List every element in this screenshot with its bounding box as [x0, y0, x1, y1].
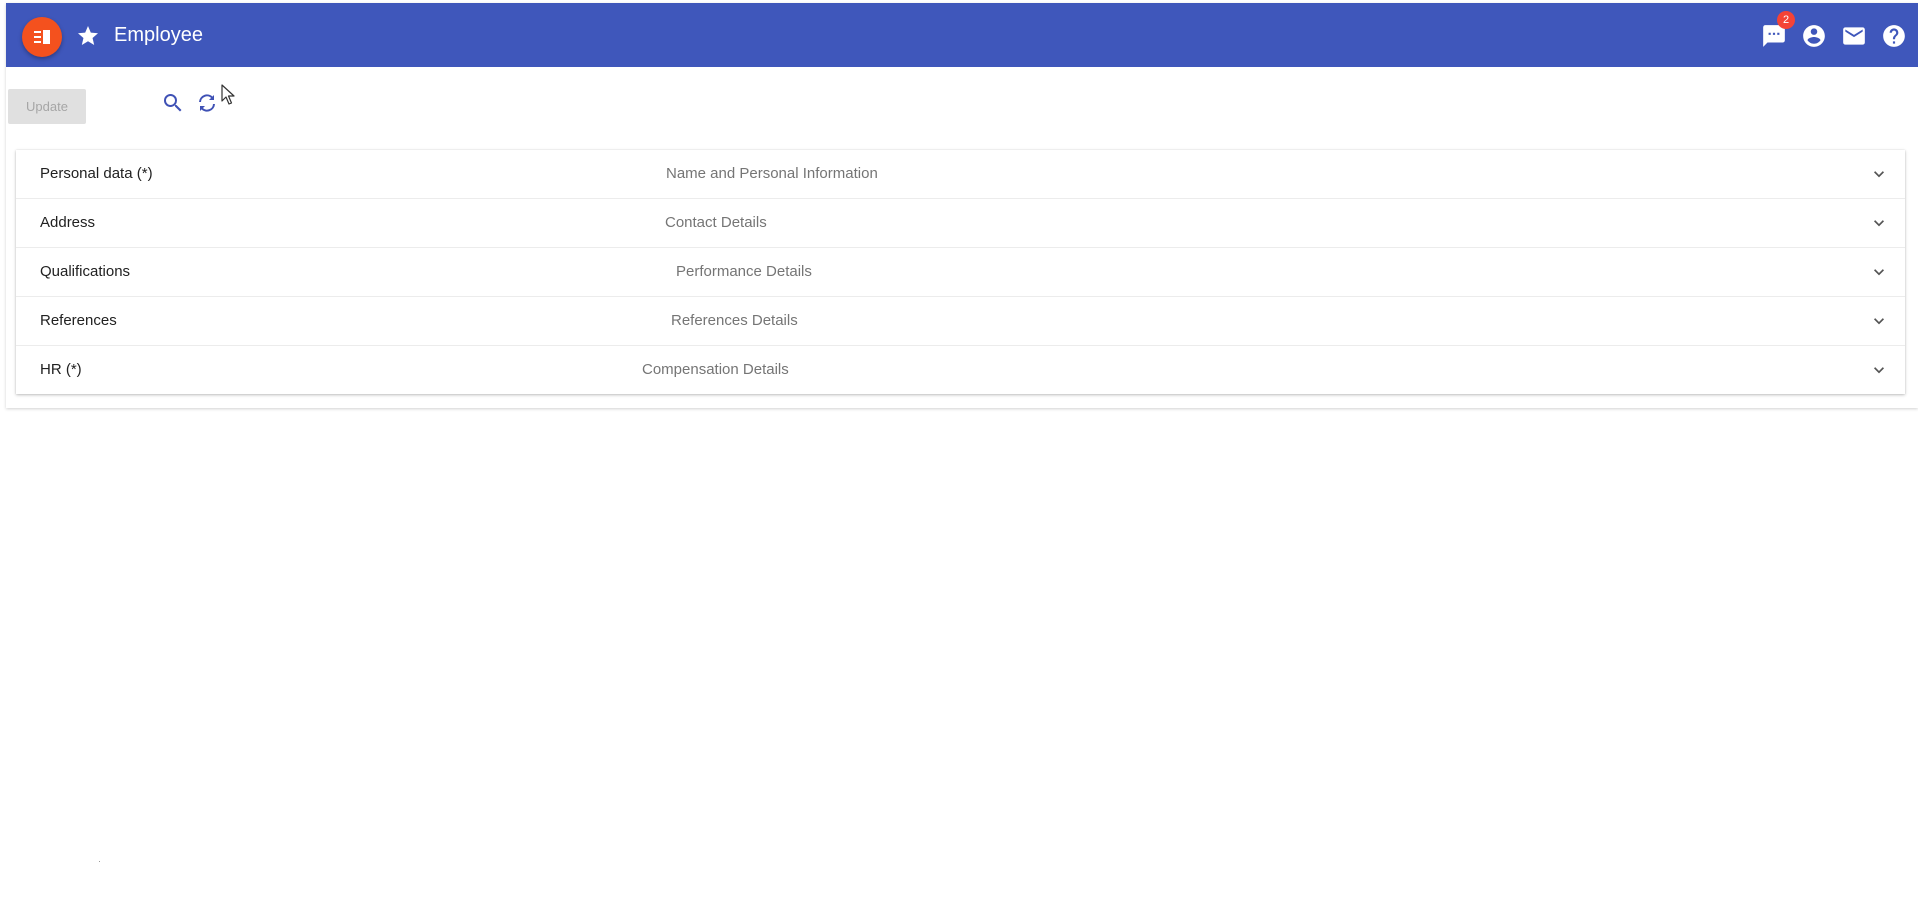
app-header: Employee 2: [6, 3, 1918, 67]
chevron-down-icon[interactable]: [1869, 262, 1889, 282]
chat-button[interactable]: 2: [1761, 11, 1795, 49]
panel-hr[interactable]: HR (*) Compensation Details: [16, 346, 1905, 394]
chevron-down-icon[interactable]: [1869, 311, 1889, 331]
expansion-panel-list: Personal data (*) Name and Personal Info…: [16, 150, 1905, 394]
chevron-down-icon[interactable]: [1869, 213, 1889, 233]
stray-dot: [99, 861, 100, 862]
account-icon: [1803, 25, 1825, 47]
panel-description: Compensation Details: [642, 361, 789, 378]
refresh-button[interactable]: [195, 91, 219, 115]
account-button[interactable]: [1801, 23, 1827, 49]
panel-title: Qualifications: [40, 263, 131, 280]
page-title: Employee: [114, 24, 203, 46]
menu-book-icon: [34, 30, 50, 44]
panel-references[interactable]: References References Details: [16, 297, 1905, 346]
refresh-icon: [199, 94, 215, 112]
panel-description: Contact Details: [665, 214, 767, 231]
update-button[interactable]: Update: [8, 89, 86, 124]
help-button[interactable]: [1881, 23, 1907, 49]
mouse-cursor-icon: [221, 84, 235, 105]
panel-title: Personal data (*): [40, 165, 153, 182]
panel-title: Address: [40, 214, 96, 231]
panel-description: Performance Details: [676, 263, 812, 280]
notification-badge: 2: [1777, 11, 1795, 29]
chevron-down-icon[interactable]: [1869, 360, 1889, 380]
panel-description: References Details: [671, 312, 798, 329]
search-button[interactable]: [161, 91, 185, 115]
panel-address[interactable]: Address Contact Details: [16, 199, 1905, 248]
chevron-down-icon[interactable]: [1869, 164, 1889, 184]
panel-title: HR (*): [40, 361, 82, 378]
panel-personal-data[interactable]: Personal data (*) Name and Personal Info…: [16, 150, 1905, 199]
search-icon: [164, 94, 182, 112]
mail-button[interactable]: [1841, 23, 1867, 49]
panel-description: Name and Personal Information: [666, 165, 878, 182]
panel-title: References: [40, 312, 117, 329]
mail-icon: [1843, 27, 1865, 45]
menu-button[interactable]: [22, 17, 62, 57]
help-icon: [1883, 25, 1905, 47]
panel-qualifications[interactable]: Qualifications Performance Details: [16, 248, 1905, 297]
star-icon[interactable]: [76, 24, 100, 48]
